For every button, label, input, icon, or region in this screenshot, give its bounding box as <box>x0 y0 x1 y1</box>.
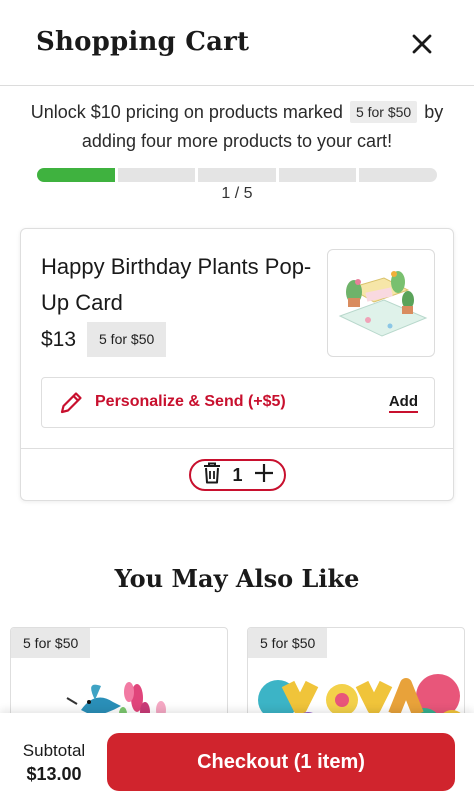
promo-message: Unlock $10 pricing on products marked 5 … <box>20 98 454 156</box>
checkout-bar: Subtotal $13.00 Checkout (1 item) <box>0 713 474 812</box>
item-thumbnail[interactable] <box>327 249 435 357</box>
page-title: Shopping Cart <box>36 27 250 57</box>
item-deal-badge: 5 for $50 <box>87 322 167 357</box>
close-icon <box>412 34 432 54</box>
plus-icon <box>254 463 273 482</box>
increase-quantity-button[interactable] <box>254 463 274 488</box>
progress-segment <box>278 168 357 182</box>
remove-item-button[interactable] <box>203 462 221 489</box>
cart-header: Shopping Cart <box>0 0 474 86</box>
progress-segment <box>198 168 276 182</box>
recommendations-title: You May Also Like <box>114 564 360 593</box>
trash-icon <box>204 462 220 483</box>
item-name[interactable]: Happy Birthday Plants Pop-Up Card <box>41 249 326 321</box>
progress-bar <box>37 168 437 182</box>
progress-segment-filled <box>37 168 115 182</box>
recommendation-badge: 5 for $50 <box>248 628 328 658</box>
close-button[interactable] <box>404 26 440 62</box>
subtotal-value: $13.00 <box>26 764 82 784</box>
recommendation-badge: 5 for $50 <box>11 628 91 658</box>
personalize-send-option[interactable]: Personalize & Send (+$5) Add <box>41 377 435 428</box>
promo-badge: 5 for $50 <box>349 101 418 123</box>
personalize-add-link[interactable]: Add <box>388 393 418 413</box>
promo-text-before: Unlock $10 pricing on products marked <box>30 102 343 122</box>
cart-item-card: Happy Birthday Plants Pop-Up Card $13 5 … <box>20 228 454 501</box>
quantity-row: 1 <box>21 448 453 501</box>
progress-segment <box>117 168 196 182</box>
item-price: $13 <box>41 328 77 351</box>
personalize-label: Personalize & Send (+$5) <box>95 393 286 410</box>
checkout-button[interactable]: Checkout (1 item) <box>107 733 455 791</box>
quantity-value: 1 <box>232 464 243 485</box>
pencil-icon <box>60 392 82 414</box>
popup-card-image <box>338 271 428 337</box>
progress-segment <box>359 168 437 182</box>
progress-label: 1 / 5 <box>221 185 253 202</box>
subtotal-label: Subtotal <box>22 741 86 760</box>
quantity-stepper: 1 <box>189 459 286 491</box>
